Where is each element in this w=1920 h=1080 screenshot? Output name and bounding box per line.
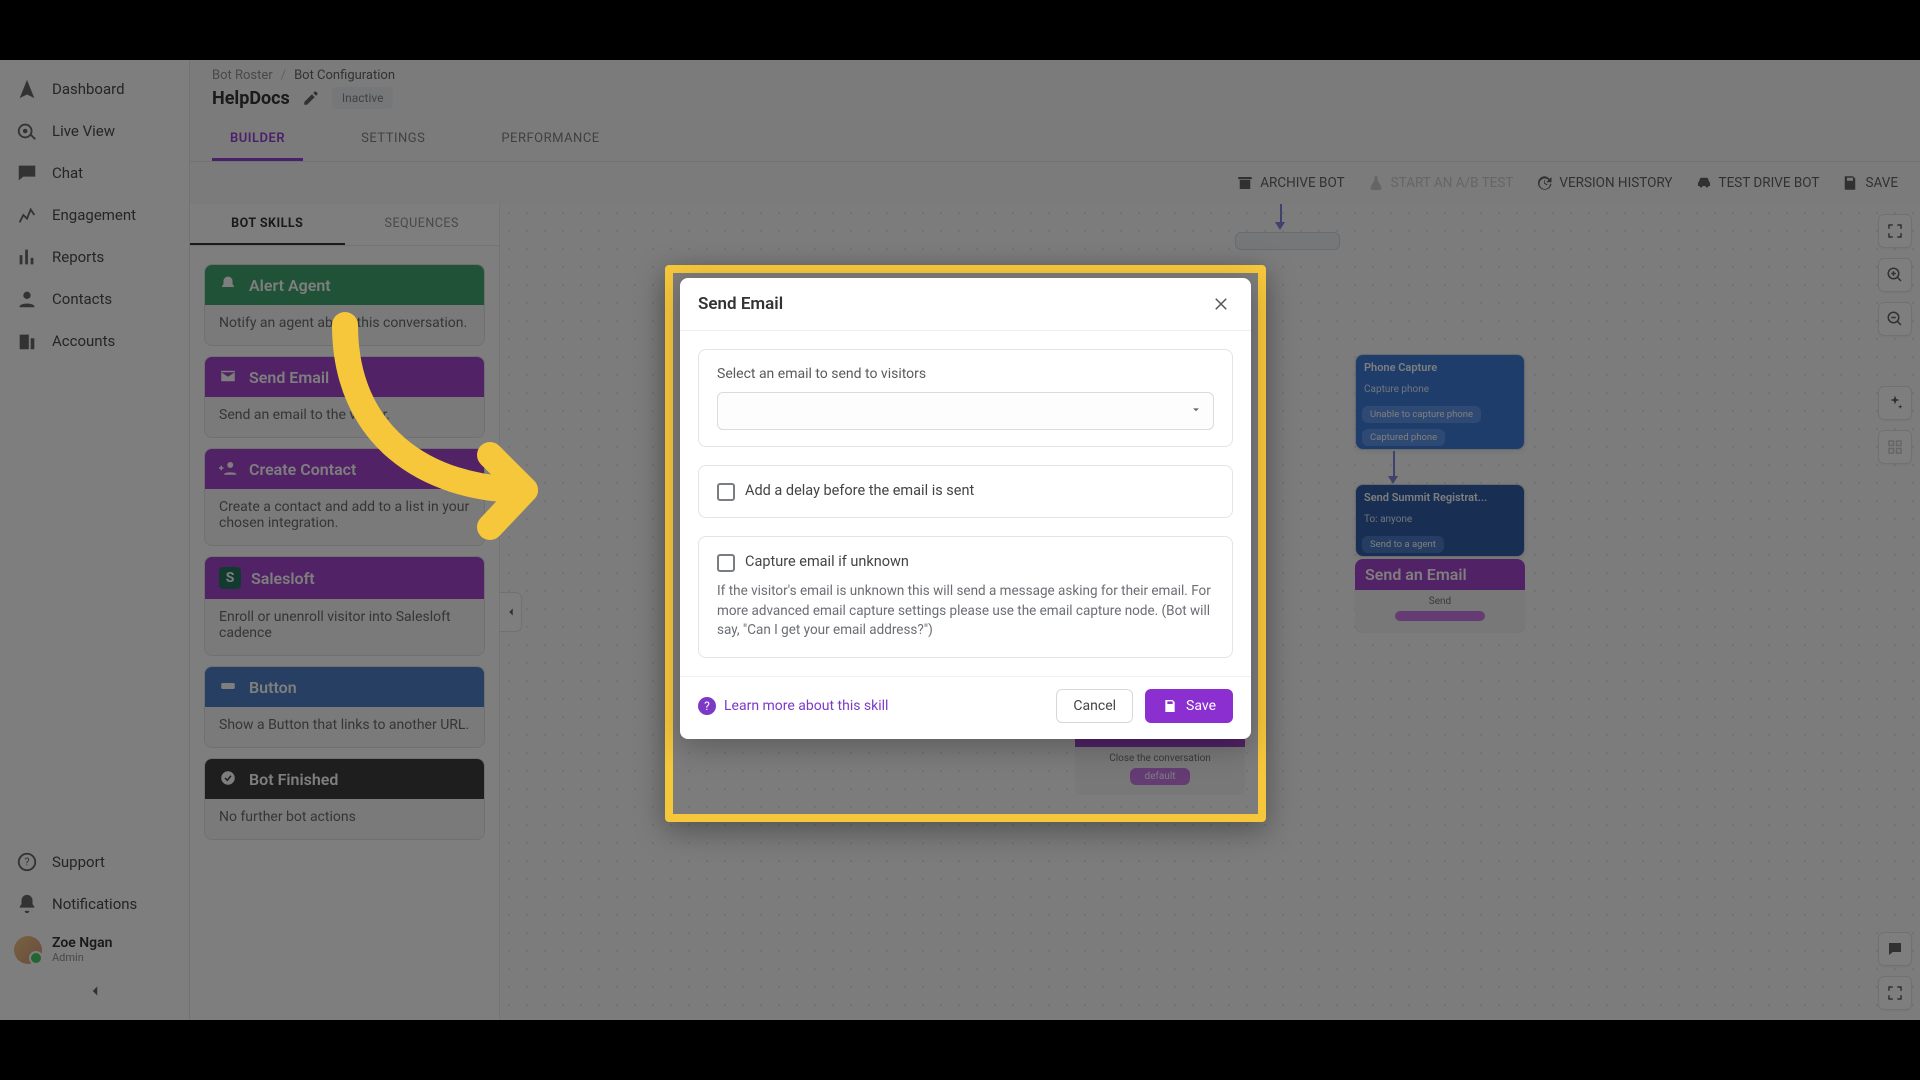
modal-footer-buttons: Cancel Save [1056, 689, 1233, 723]
modal-close-button[interactable] [1209, 292, 1233, 316]
delay-section: Add a delay before the email is sent [698, 465, 1233, 518]
capture-section: Capture email if unknown If the visitor'… [698, 536, 1233, 658]
letterbox-top [0, 0, 1920, 60]
learn-more-link[interactable]: ? Learn more about this skill [698, 697, 888, 715]
app-root: Dashboard Live View Chat Engagement Repo… [0, 60, 1920, 1020]
learn-more-label: Learn more about this skill [724, 698, 888, 714]
letterbox-bottom [0, 1020, 1920, 1080]
close-icon [1212, 295, 1230, 313]
save-icon [1162, 698, 1178, 714]
modal-title: Send Email [698, 294, 783, 314]
modal-footer: ? Learn more about this skill Cancel Sav… [680, 676, 1251, 739]
email-select[interactable] [717, 392, 1214, 430]
capture-label: Capture email if unknown [745, 553, 909, 570]
save-button[interactable]: Save [1145, 689, 1233, 723]
modal-body: Select an email to send to visitors Add … [680, 331, 1251, 676]
select-email-section: Select an email to send to visitors [698, 349, 1233, 447]
send-email-modal: Send Email Select an email to send to vi… [680, 278, 1251, 739]
save-label: Save [1186, 698, 1216, 714]
select-email-label: Select an email to send to visitors [717, 366, 1214, 382]
cancel-button[interactable]: Cancel [1056, 689, 1133, 723]
chevron-down-icon [1189, 402, 1203, 421]
help-circle-icon: ? [698, 697, 716, 715]
cancel-label: Cancel [1073, 698, 1116, 714]
capture-help-text: If the visitor's email is unknown this w… [717, 582, 1214, 641]
delay-label: Add a delay before the email is sent [745, 482, 974, 499]
delay-checkbox[interactable] [717, 483, 735, 501]
modal-header: Send Email [680, 278, 1251, 331]
capture-checkbox[interactable] [717, 554, 735, 572]
